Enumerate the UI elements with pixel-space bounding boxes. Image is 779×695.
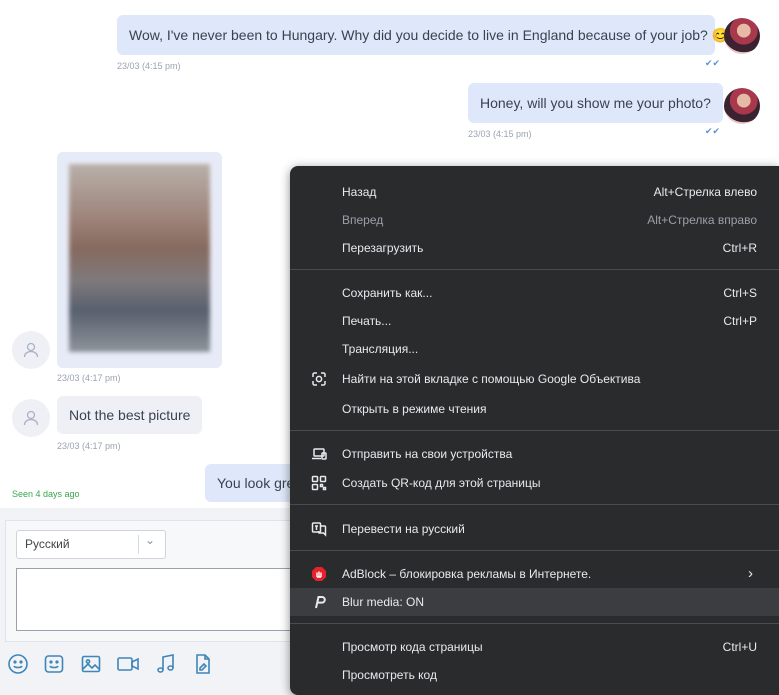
- read-check-icon: ✔✔: [705, 58, 721, 68]
- menu-item-shortcut: Ctrl+S: [723, 286, 757, 300]
- menu-divider: [290, 623, 779, 624]
- menu-divider: [290, 504, 779, 505]
- menu-item-label: Просмотреть код: [342, 668, 437, 682]
- menu-item-reading-mode[interactable]: Открыть в режиме чтения: [290, 395, 779, 423]
- emoji-icon[interactable]: [5, 650, 31, 678]
- message-timestamp: 23/03 (4:15 pm): [117, 61, 181, 71]
- menu-item-qr-code[interactable]: Создать QR-код для этой страницы: [290, 469, 779, 497]
- menu-item-shortcut: Alt+Стрелка вправо: [647, 213, 757, 227]
- menu-item-blur-media[interactable]: Blur media: ON: [290, 588, 779, 616]
- person-icon: [23, 342, 39, 358]
- menu-item-label: Вперед: [342, 213, 384, 227]
- menu-item-label: Найти на этой вкладке с помощью Google О…: [342, 372, 641, 386]
- language-value: Русский: [25, 537, 70, 551]
- menu-item-print[interactable]: Печать... Ctrl+P: [290, 307, 779, 335]
- menu-item-label: Просмотр кода страницы: [342, 640, 483, 654]
- contact-avatar-placeholder[interactable]: [12, 399, 50, 437]
- sticker-icon[interactable]: [41, 650, 67, 678]
- select-divider: [138, 535, 139, 554]
- adblock-icon: [311, 566, 327, 582]
- menu-item-label: AdBlock – блокировка рекламы в Интернете…: [342, 567, 592, 581]
- translate-icon: [311, 521, 327, 537]
- menu-item-google-lens[interactable]: Найти на этой вкладке с помощью Google О…: [290, 365, 779, 393]
- menu-item-translate[interactable]: Перевести на русский: [290, 515, 779, 543]
- blur-media-icon: [311, 594, 327, 610]
- message-text: Not the best picture: [69, 407, 191, 423]
- menu-item-cast[interactable]: Трансляция...: [290, 335, 779, 363]
- browser-context-menu: Назад Alt+Стрелка влево Вперед Alt+Стрел…: [290, 166, 779, 695]
- message-bubble-outgoing: Wow, I've never been to Hungary. Why did…: [117, 15, 729, 55]
- qr-code-icon: [311, 475, 327, 491]
- menu-item-label: Blur media: ON: [342, 595, 425, 609]
- language-select[interactable]: Русский ⌄: [16, 530, 166, 559]
- file-icon[interactable]: [190, 650, 216, 678]
- menu-item-shortcut: Alt+Стрелка влево: [653, 185, 757, 199]
- menu-divider: [290, 430, 779, 431]
- menu-item-reload[interactable]: Перезагрузить Ctrl+R: [290, 234, 779, 262]
- send-to-devices-icon: [311, 446, 327, 462]
- message-text: Honey, will you show me your photo?: [480, 95, 711, 111]
- photo-message[interactable]: [57, 152, 222, 368]
- menu-item-adblock[interactable]: AdBlock – блокировка рекламы в Интернете…: [290, 560, 779, 588]
- menu-item-label: Назад: [342, 185, 377, 199]
- menu-divider: [290, 550, 779, 551]
- message-timestamp: 23/03 (4:17 pm): [57, 441, 121, 451]
- menu-item-view-source[interactable]: Просмотр кода страницы Ctrl+U: [290, 633, 779, 661]
- menu-item-shortcut: Ctrl+P: [723, 314, 757, 328]
- menu-divider: [290, 269, 779, 270]
- menu-item-label: Трансляция...: [342, 342, 419, 356]
- message-text: You look gre: [217, 475, 295, 491]
- music-icon[interactable]: [153, 650, 179, 678]
- menu-item-back[interactable]: Назад Alt+Стрелка влево: [290, 178, 779, 206]
- menu-item-label: Отправить на свои устройства: [342, 447, 513, 461]
- google-lens-icon: [311, 371, 327, 387]
- user-avatar[interactable]: [724, 18, 760, 54]
- menu-item-label: Печать...: [342, 314, 392, 328]
- blurred-photo[interactable]: [69, 164, 210, 352]
- message-input[interactable]: [16, 568, 308, 631]
- message-bubble-incoming: Not the best picture: [57, 396, 203, 434]
- menu-item-save-as[interactable]: Сохранить как... Ctrl+S: [290, 279, 779, 307]
- menu-item-label: Сохранить как...: [342, 286, 433, 300]
- read-check-icon: ✔✔: [705, 126, 721, 136]
- message-timestamp: 23/03 (4:15 pm): [468, 129, 532, 139]
- chevron-down-icon[interactable]: ⌄: [145, 533, 155, 547]
- message-text: Wow, I've never been to Hungary. Why did…: [129, 27, 730, 43]
- menu-item-label: Открыть в режиме чтения: [342, 402, 487, 416]
- menu-item-label: Создать QR-код для этой страницы: [342, 476, 541, 490]
- menu-item-inspect[interactable]: Просмотреть код: [290, 661, 779, 689]
- person-icon: [23, 410, 39, 426]
- menu-item-forward[interactable]: Вперед Alt+Стрелка вправо: [290, 206, 779, 234]
- menu-item-shortcut: Ctrl+U: [722, 640, 757, 654]
- menu-item-shortcut: Ctrl+R: [722, 241, 757, 255]
- menu-item-label: Перезагрузить: [342, 241, 424, 255]
- message-bubble-outgoing: Honey, will you show me your photo?: [468, 83, 723, 123]
- contact-avatar-placeholder[interactable]: [12, 331, 50, 369]
- video-icon[interactable]: [115, 650, 141, 678]
- seen-status: Seen 4 days ago: [12, 489, 80, 499]
- submenu-arrow-icon: ›: [748, 565, 753, 582]
- user-avatar[interactable]: [724, 88, 760, 124]
- menu-item-label: Перевести на русский: [342, 522, 465, 536]
- message-timestamp: 23/03 (4:17 pm): [57, 373, 121, 383]
- image-icon[interactable]: [78, 650, 104, 678]
- menu-item-send-to-devices[interactable]: Отправить на свои устройства: [290, 440, 779, 468]
